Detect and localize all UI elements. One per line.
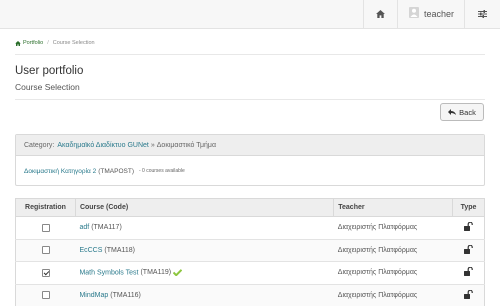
registration-checkbox[interactable] (41, 268, 50, 277)
table-row: adf (TMA117) Διαχειριστής Πλατφόρμας (15, 216, 485, 240)
subcategory-row: Δοκιμαστική Κατηγορία 2 (TMAPOST) - 0 co… (16, 156, 484, 186)
header-teacher: Teacher (333, 198, 453, 217)
table-row: EcCCS (TMA118) Διαχειριστής Πλατφόρμας (15, 238, 485, 262)
unlock-icon (463, 244, 473, 254)
subcategory-code: (TMAPOST) (98, 167, 134, 175)
course-link[interactable]: MindMap (79, 292, 108, 299)
unlock-icon (463, 266, 473, 277)
registration-checkbox[interactable] (41, 246, 50, 255)
table-row: MindMap (TMA116) Διαχειριστής Πλατφόρμας (15, 283, 485, 306)
course-table: Registration Course (Code) Teacher Type … (15, 198, 485, 306)
back-button-label: Back (459, 107, 476, 117)
teacher-name: Διαχειριστής Πλατφόρμας (333, 238, 453, 262)
divider (15, 54, 485, 55)
teacher-name: Διαχειριστής Πλατφόρμας (333, 216, 453, 240)
course-code: (TMA116) (110, 291, 141, 299)
category-panel: Category: Ακαδημαϊκό Διαδίκτυο GUNet » Δ… (15, 134, 485, 186)
category-header: Category: Ακαδημαϊκό Διαδίκτυο GUNet » Δ… (16, 135, 484, 156)
subcategory-course-count: - 0 courses available (138, 168, 185, 174)
course-link[interactable]: EcCCS (79, 247, 102, 254)
course-code: (TMA119) (140, 269, 172, 277)
category-parent-link[interactable]: Ακαδημαϊκό Διαδίκτυο GUNet (57, 142, 148, 149)
course-link[interactable]: adf (79, 224, 89, 231)
header-type: Type (452, 198, 485, 217)
registration-checkbox[interactable] (41, 291, 50, 300)
sliders-icon (478, 10, 487, 18)
back-button[interactable]: Back (440, 103, 484, 121)
course-code: (TMA118) (104, 246, 136, 254)
table-row: Math Symbols Test (TMA119) Διαχειριστής Π… (15, 261, 485, 285)
table-header-row: Registration Course (Code) Teacher Type (15, 198, 485, 217)
course-link[interactable]: Math Symbols Test (79, 269, 138, 276)
home-icon (376, 10, 385, 18)
user-avatar-icon (409, 5, 419, 23)
back-arrow-icon (448, 109, 457, 115)
header-course: Course (Code) (74, 198, 335, 217)
breadcrumb-portfolio-link[interactable]: Portfolio (23, 40, 43, 46)
divider (15, 99, 485, 100)
settings-button[interactable] (464, 0, 500, 28)
course-code: (TMA117) (91, 224, 122, 232)
teacher-name: Διαχειριστής Πλατφόρμας (333, 283, 453, 306)
home-button[interactable] (363, 0, 397, 28)
user-menu-button[interactable]: teacher (397, 0, 464, 28)
header-registration: Registration (15, 198, 76, 217)
subcategory-link[interactable]: Δοκιμαστική Κατηγορία 2 (24, 168, 96, 175)
page-title: User portfolio (15, 65, 84, 77)
registered-check-icon (173, 269, 183, 277)
unlock-icon (463, 221, 473, 232)
category-current: Δοκιμαστικό Τμήμα (156, 141, 216, 149)
category-separator: » (150, 141, 155, 149)
breadcrumb-current: Course Selection (52, 40, 95, 46)
top-navbar: teacher (0, 0, 500, 29)
breadcrumb-separator: / (47, 40, 49, 46)
category-prefix: Category: (24, 141, 55, 149)
registration-checkbox[interactable] (41, 223, 50, 232)
unlock-icon (463, 289, 473, 299)
portfolio-home-icon (15, 40, 21, 46)
teacher-name: Διαχειριστής Πλατφόρμας (333, 261, 453, 285)
user-name: teacher (424, 9, 455, 19)
breadcrumb: Portfolio / Course Selection (15, 40, 95, 46)
page-subtitle: Course Selection (15, 82, 80, 92)
